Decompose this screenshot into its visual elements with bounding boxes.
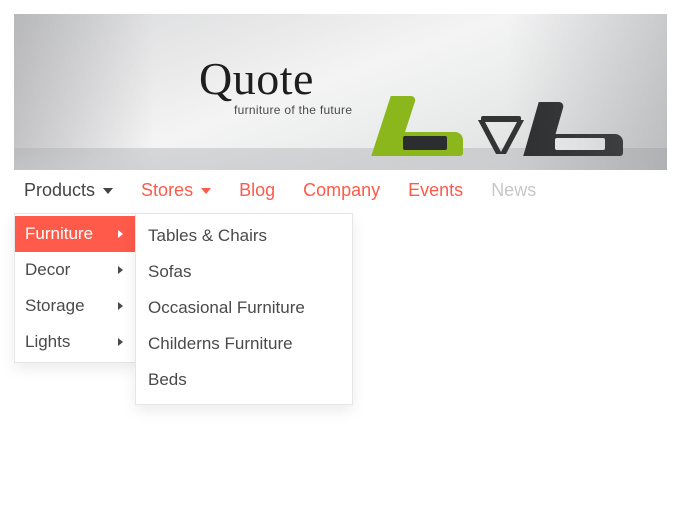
nav-events-label: Events [408,180,463,201]
chevron-right-icon [118,266,123,274]
banner-floor [14,148,667,170]
chevron-right-icon [118,302,123,310]
submenu2-item-sofas[interactable]: Sofas [136,254,352,290]
chevron-down-icon [201,188,211,194]
nav-events[interactable]: Events [408,180,463,201]
submenu2-item-occasional[interactable]: Occasional Furniture [136,290,352,326]
nav-company-label: Company [303,180,380,201]
nav-products-label: Products [24,180,95,201]
submenu2-item-beds[interactable]: Beds [136,362,352,398]
chevron-right-icon [118,230,123,238]
submenu-item-label: Storage [25,296,85,316]
brand-block: Quote furniture of the future [199,56,352,117]
submenu-item-decor[interactable]: Decor [15,252,135,288]
illustration-chair-dark [531,98,627,156]
submenu2-item-childerns[interactable]: Childerns Furniture [136,326,352,362]
nav-products[interactable]: Products [24,180,113,201]
brand-name: Quote [199,56,352,102]
chevron-right-icon [118,338,123,346]
nav-news[interactable]: News [491,180,536,201]
submenu-item-label: Decor [25,260,70,280]
nav-blog[interactable]: Blog [239,180,275,201]
submenu-item-label: Furniture [25,224,93,244]
submenu-item-lights[interactable]: Lights [15,324,135,360]
nav-stores[interactable]: Stores [141,180,211,201]
main-nav: Products Stores Blog Company Events News [14,170,667,211]
nav-stores-label: Stores [141,180,193,201]
submenu-item-label: Lights [25,332,70,352]
furniture-submenu: Tables & Chairs Sofas Occasional Furnitu… [135,213,353,405]
submenu2-item-label: Tables & Chairs [148,226,267,245]
nav-company[interactable]: Company [303,180,380,201]
hero-banner: Quote furniture of the future [14,14,667,170]
submenu2-item-label: Childerns Furniture [148,334,293,353]
submenu2-item-label: Sofas [148,262,191,281]
submenu2-item-tables-chairs[interactable]: Tables & Chairs [136,218,352,254]
nav-news-label: News [491,180,536,201]
submenu-item-furniture[interactable]: Furniture [15,216,135,252]
products-submenu: Furniture Decor Storage Lights [14,213,136,363]
submenu-item-storage[interactable]: Storage [15,288,135,324]
submenu2-item-label: Occasional Furniture [148,298,305,317]
brand-tagline: furniture of the future [234,103,352,117]
chevron-down-icon [103,188,113,194]
illustration-chair-green [381,92,467,156]
illustration-side-table [479,116,523,156]
submenu2-item-label: Beds [148,370,187,389]
nav-blog-label: Blog [239,180,275,201]
